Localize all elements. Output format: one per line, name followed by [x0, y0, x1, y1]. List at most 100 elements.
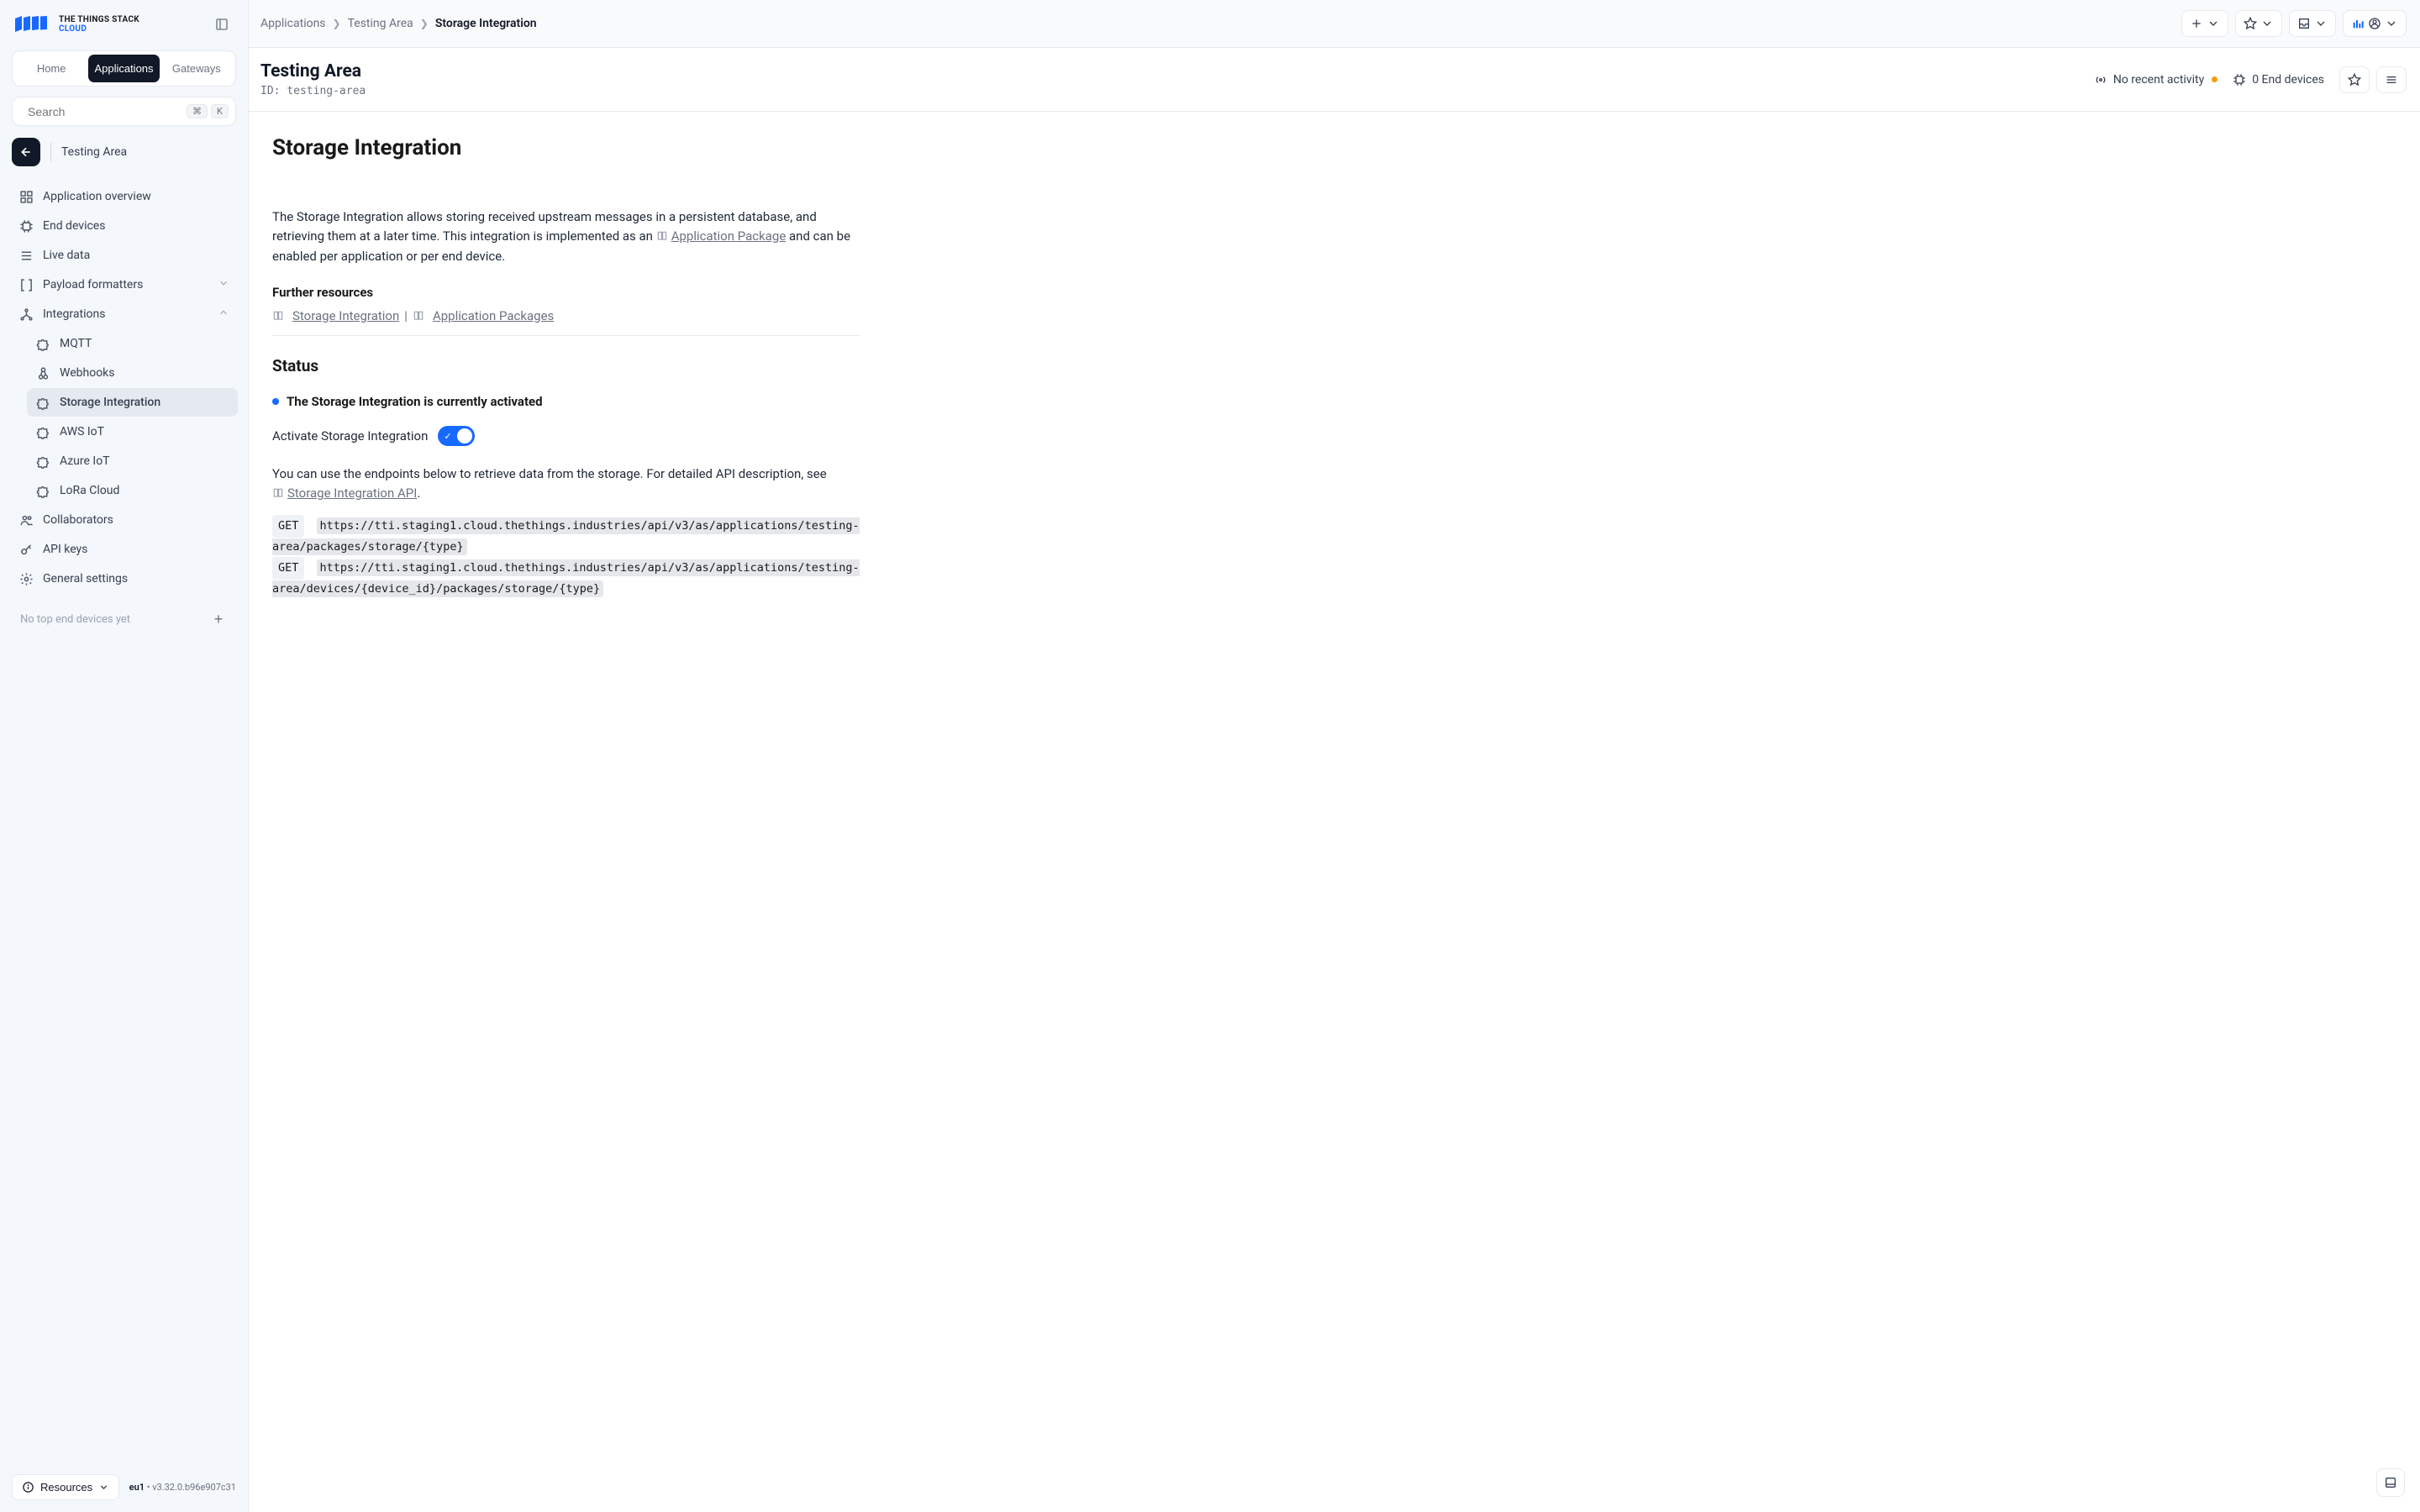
favorite-button[interactable] [2339, 66, 2370, 93]
add-button[interactable] [2181, 10, 2228, 37]
nav-payload-formatters[interactable]: Payload formatters [10, 270, 238, 299]
search-box[interactable]: ⌘ K [12, 97, 236, 126]
menu-button[interactable] [2376, 66, 2407, 93]
resource-links: Storage Integration | Application Packag… [272, 308, 860, 323]
brand-title: THE THINGS STACK [59, 15, 139, 24]
info-icon [22, 1481, 34, 1494]
topbar: Applications ❯ Testing Area ❯ Storage In… [249, 0, 2420, 48]
nav-label: End devices [43, 219, 105, 233]
device-count: 0 End devices [2233, 73, 2324, 87]
status-dot-icon [272, 398, 279, 405]
nav-label: API keys [43, 543, 87, 556]
sidebar: THE THINGS STACK CLOUD Home Applications… [0, 0, 249, 1512]
tab-applications[interactable]: Applications [88, 55, 159, 82]
inbox-button[interactable] [2289, 10, 2336, 37]
nav-label: Application overview [43, 190, 151, 203]
status-text: The Storage Integration is currently act… [287, 394, 543, 409]
crumb-app[interactable]: Testing Area [348, 17, 413, 30]
version-info: eu1 • v3.32.0.b96e907c31 [129, 1482, 236, 1493]
storage-api-link[interactable]: Storage Integration API [287, 486, 417, 501]
nav-mqtt[interactable]: MQTT [27, 329, 238, 358]
logo-icon [15, 16, 50, 33]
endpoints-block: GET https://tti.staging1.cloud.thethings… [272, 515, 860, 599]
puzzle-icon [35, 336, 50, 351]
network-icon [18, 307, 34, 322]
brand-left[interactable]: THE THINGS STACK CLOUD [15, 15, 139, 34]
nav-collaborators[interactable]: Collaborators [10, 506, 238, 534]
key-icon [18, 542, 34, 557]
org-icon [2351, 17, 2365, 30]
nav-api-keys[interactable]: API keys [10, 535, 238, 564]
nav-live-data[interactable]: Live data [10, 241, 238, 270]
nav-label: AWS IoT [60, 425, 104, 438]
book-icon [413, 310, 424, 322]
nav-label: Payload formatters [43, 278, 143, 291]
nav-label: LoRa Cloud [60, 484, 119, 497]
chevron-down-icon [98, 1482, 109, 1493]
nav-label: Live data [43, 249, 90, 262]
panel-icon [215, 18, 229, 31]
account-button[interactable] [2343, 10, 2407, 37]
chevron-up-icon [218, 307, 229, 322]
list-icon [18, 248, 34, 263]
nav-lora-cloud[interactable]: LoRa Cloud [27, 476, 238, 505]
context-name[interactable]: Testing Area [61, 145, 127, 159]
gear-icon [18, 571, 34, 586]
chevron-down-icon [218, 277, 229, 292]
status-dot-icon [2212, 76, 2217, 82]
resources-button[interactable]: Resources [12, 1474, 119, 1500]
top-devices-section: No top end devices yet + [10, 603, 238, 635]
tab-home[interactable]: Home [16, 55, 87, 82]
nav-label: MQTT [60, 337, 92, 350]
nav-aws-iot[interactable]: AWS IoT [27, 417, 238, 446]
back-button[interactable] [12, 138, 40, 166]
crumb-applications[interactable]: Applications [260, 17, 326, 30]
check-icon: ✓ [444, 431, 451, 442]
nav-overview[interactable]: Application overview [10, 182, 238, 211]
grid-icon [18, 189, 34, 204]
divider [272, 335, 860, 336]
application-package-link[interactable]: Application Package [671, 228, 786, 244]
nav-label: Storage Integration [60, 396, 160, 409]
search-shortcut: ⌘ K [187, 104, 229, 118]
nav-label: Collaborators [43, 513, 113, 527]
collapse-sidebar-button[interactable] [211, 13, 233, 35]
chevron-right-icon: ❯ [420, 18, 429, 29]
book-icon [656, 230, 668, 242]
broadcast-icon [2094, 73, 2107, 87]
puzzle-icon [35, 454, 50, 469]
help-fab-button[interactable] [2376, 1468, 2405, 1497]
http-method: GET [272, 557, 304, 580]
nav-end-devices[interactable]: End devices [10, 212, 238, 240]
topbar-actions [2181, 10, 2407, 37]
nav-integrations[interactable]: Integrations [10, 300, 238, 328]
add-device-button[interactable]: + [209, 610, 228, 628]
nav-label: Integrations [43, 307, 105, 321]
storage-integration-link[interactable]: Storage Integration [292, 308, 399, 323]
nav-general-settings[interactable]: General settings [10, 564, 238, 593]
chip-icon [2233, 73, 2246, 87]
activate-toggle[interactable]: ✓ [438, 426, 475, 446]
toggle-label: Activate Storage Integration [272, 428, 428, 444]
nav-webhooks[interactable]: Webhooks [27, 359, 238, 387]
chevron-down-icon [2314, 17, 2328, 30]
panel-bottom-icon [2384, 1476, 2397, 1489]
crumb-current: Storage Integration [435, 17, 537, 30]
brand-subtitle: CLOUD [59, 24, 139, 34]
header-id: ID: testing-area [260, 85, 366, 97]
search-input[interactable] [28, 105, 180, 118]
nav-azure-iot[interactable]: Azure IoT [27, 447, 238, 475]
top-devices-empty: No top end devices yet [20, 613, 130, 626]
header-title: Testing Area [260, 61, 366, 81]
book-icon [272, 487, 284, 499]
arrow-left-icon [19, 145, 33, 159]
nav-storage-integration[interactable]: Storage Integration [27, 388, 238, 417]
chip-icon [18, 218, 34, 234]
page-title: Storage Integration [272, 135, 860, 160]
star-icon [2348, 73, 2361, 87]
star-button[interactable] [2235, 10, 2282, 37]
puzzle-icon [35, 424, 50, 439]
application-packages-link[interactable]: Application Packages [433, 308, 554, 323]
tab-gateways[interactable]: Gateways [161, 55, 232, 82]
puzzle-icon [35, 483, 50, 498]
